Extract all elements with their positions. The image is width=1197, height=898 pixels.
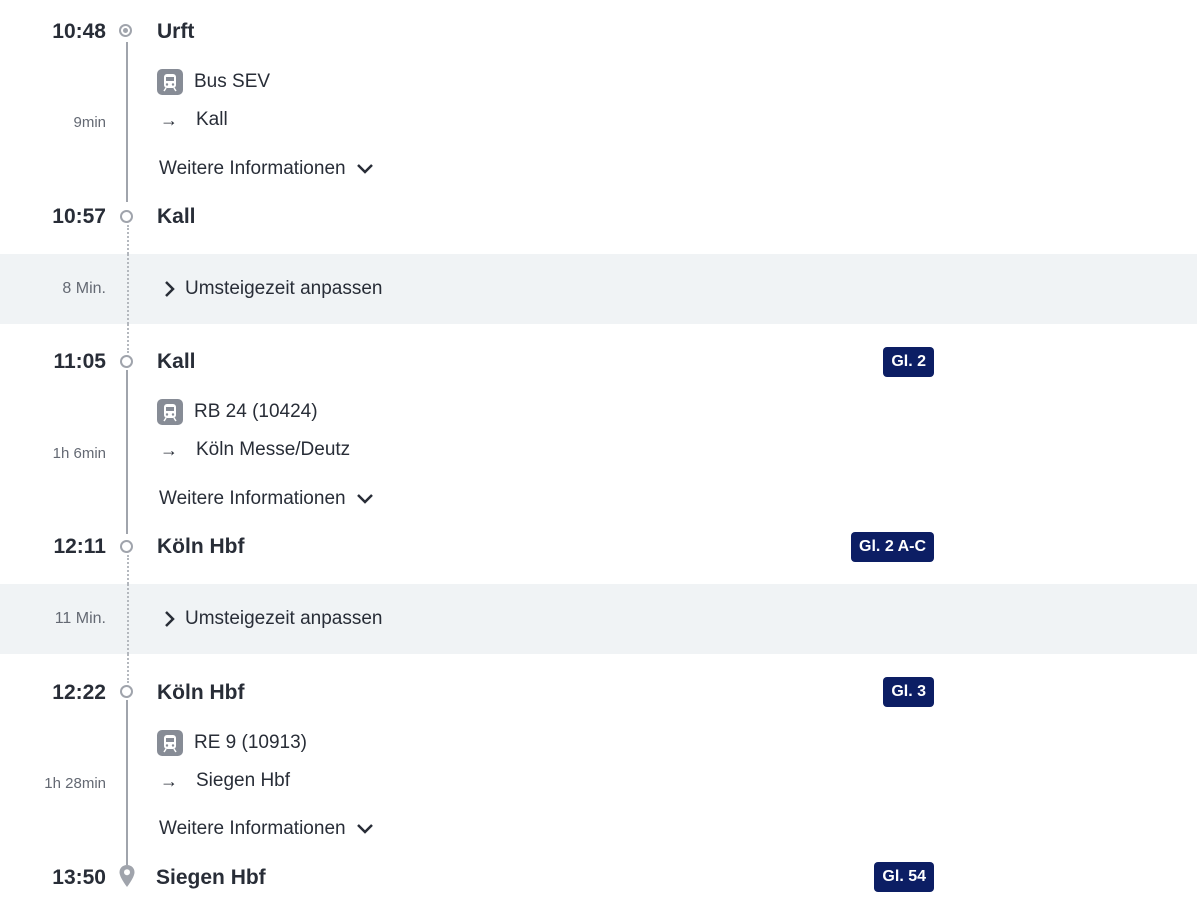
chevron-down-icon [356,164,373,174]
chevron-right-icon [165,611,175,627]
station-name: Urft [157,20,195,43]
chevron-down-icon [356,494,373,504]
more-info-label: Weitere Informationen [159,488,346,509]
leg-direction: Köln Messe/Deutz [196,439,351,460]
track-badge: Gl. 2 A-C [851,532,934,562]
chevron-down-icon [356,824,373,834]
more-info-label: Weitere Informationen [159,158,346,179]
more-info-toggle[interactable]: Weitere Informationen [159,158,374,180]
timeline-dotted-line [127,584,129,654]
stop-circle-icon [120,540,133,553]
stop-circle-icon [120,685,133,698]
timeline-line [126,370,128,534]
track-badge: Gl. 2 [883,347,934,377]
adjust-transfer-time-button[interactable]: Umsteigezeit anpassen [163,278,383,300]
transfer-duration: 8 Min. [62,280,106,297]
departure-time: 12:22 [52,681,106,704]
station-name: Kall [157,350,196,373]
arrow-right-icon: → [160,440,178,460]
station-name: Siegen Hbf [156,866,266,889]
adjust-transfer-time-button[interactable]: Umsteigezeit anpassen [163,608,383,630]
more-info-toggle[interactable]: Weitere Informationen [159,818,374,840]
more-info-label: Weitere Informationen [159,818,346,839]
station-name: Kall [157,205,196,228]
timeline-line [126,42,128,202]
adjust-transfer-time-label: Umsteigezeit anpassen [185,608,383,629]
leg-direction: Kall [196,109,228,130]
train-icon [157,730,183,756]
arrival-time: 10:57 [52,205,106,228]
line-name: RB 24 (10424) [194,401,318,422]
leg-duration: 1h 28min [44,775,106,792]
arrival-time: 13:50 [52,866,106,889]
departure-time: 11:05 [53,350,106,373]
arrival-time: 12:11 [53,535,106,558]
train-icon [157,69,183,95]
station-name: Köln Hbf [157,681,245,704]
track-badge: Gl. 3 [883,677,934,707]
line-name: Bus SEV [194,71,271,92]
more-info-toggle[interactable]: Weitere Informationen [159,488,374,510]
timeline-line [126,700,128,865]
start-stop-icon [119,24,132,37]
train-icon [157,399,183,425]
transfer-duration: 11 Min. [54,610,106,627]
station-name: Köln Hbf [157,535,245,558]
chevron-right-icon [165,281,175,297]
location-pin-icon [119,865,135,887]
arrow-right-icon: → [160,110,178,130]
adjust-transfer-time-label: Umsteigezeit anpassen [185,278,383,299]
departure-time: 10:48 [52,20,106,43]
leg-duration: 9min [73,114,106,131]
arrow-right-icon: → [160,771,178,791]
track-badge: Gl. 54 [874,862,934,892]
leg-direction: Siegen Hbf [196,770,291,791]
stop-circle-icon [120,210,133,223]
timeline-dotted-line [127,254,129,324]
stop-circle-icon [120,355,133,368]
line-name: RE 9 (10913) [194,732,308,753]
leg-duration: 1h 6min [52,445,106,462]
